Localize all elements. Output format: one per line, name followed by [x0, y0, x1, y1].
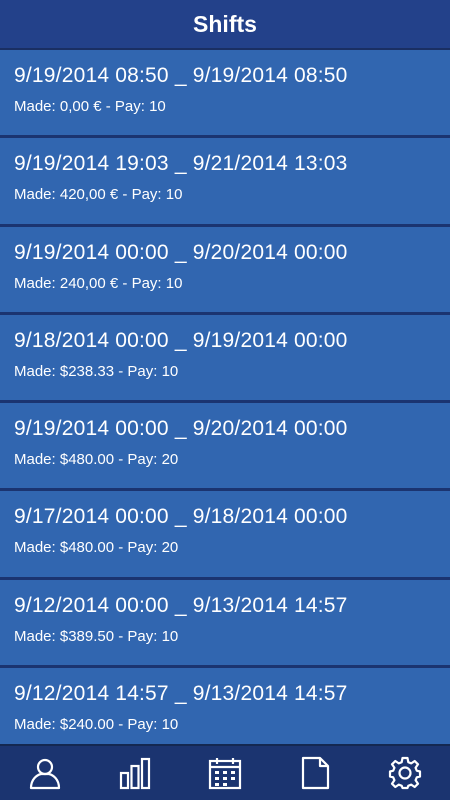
app-header: Shifts [0, 0, 450, 50]
shift-item[interactable]: 9/19/2014 00:00 _ 9/20/2014 00:00 Made: … [0, 403, 450, 492]
shift-range: 9/19/2014 19:03 _ 9/21/2014 13:03 [14, 152, 348, 176]
bottom-tab-bar [0, 744, 450, 800]
shift-meta: Made: 420,00 € - Pay: 10 [14, 186, 183, 204]
tab-calendar[interactable] [195, 745, 255, 800]
shift-item[interactable]: 9/19/2014 00:00 _ 9/20/2014 00:00 Made: … [0, 226, 450, 315]
shift-range: 9/19/2014 00:00 _ 9/20/2014 00:00 [14, 240, 348, 264]
calendar-icon [208, 758, 242, 790]
shift-range: 9/19/2014 08:50 _ 9/19/2014 08:50 [14, 64, 348, 87]
shift-item[interactable]: 9/19/2014 19:03 _ 9/21/2014 13:03 Made: … [0, 138, 450, 227]
shift-range: 9/18/2014 00:00 _ 9/19/2014 00:00 [14, 328, 348, 352]
profile-icon [29, 758, 61, 790]
page-title: Shifts [193, 10, 257, 37]
tab-settings[interactable] [375, 745, 435, 800]
shift-item[interactable]: 9/12/2014 14:57 _ 9/13/2014 14:57 Made: … [0, 668, 450, 744]
shift-meta: Made: $480.00 - Pay: 20 [14, 539, 179, 557]
tab-stats[interactable] [105, 745, 165, 800]
tab-profile[interactable] [15, 745, 75, 800]
gear-icon [388, 756, 422, 790]
shift-meta: Made: $240.00 - Pay: 10 [14, 716, 179, 734]
shift-range: 9/12/2014 00:00 _ 9/13/2014 14:57 [14, 593, 348, 617]
shift-item[interactable]: 9/12/2014 00:00 _ 9/13/2014 14:57 Made: … [0, 579, 450, 669]
shift-item[interactable]: 9/17/2014 00:00 _ 9/18/2014 00:00 Made: … [0, 491, 450, 580]
shift-meta: Made: $480.00 - Pay: 20 [14, 451, 179, 469]
shift-meta: Made: $389.50 - Pay: 10 [14, 627, 179, 645]
shift-range: 9/17/2014 00:00 _ 9/18/2014 00:00 [14, 505, 348, 529]
shift-meta: Made: $238.33 - Pay: 10 [14, 362, 179, 380]
shift-list[interactable]: 9/19/2014 08:50 _ 9/19/2014 08:50 Made: … [0, 50, 450, 744]
shift-item[interactable]: 9/19/2014 08:50 _ 9/19/2014 08:50 Made: … [0, 50, 450, 139]
document-icon [301, 756, 330, 790]
shift-range: 9/12/2014 14:57 _ 9/13/2014 14:57 [14, 682, 348, 706]
tab-documents[interactable] [285, 745, 345, 800]
shift-meta: Made: 0,00 € - Pay: 10 [14, 98, 166, 115]
shift-item[interactable]: 9/18/2014 00:00 _ 9/19/2014 00:00 Made: … [0, 314, 450, 404]
shift-meta: Made: 240,00 € - Pay: 10 [14, 274, 183, 292]
shift-range: 9/19/2014 00:00 _ 9/20/2014 00:00 [14, 417, 348, 441]
stats-icon [119, 757, 151, 790]
